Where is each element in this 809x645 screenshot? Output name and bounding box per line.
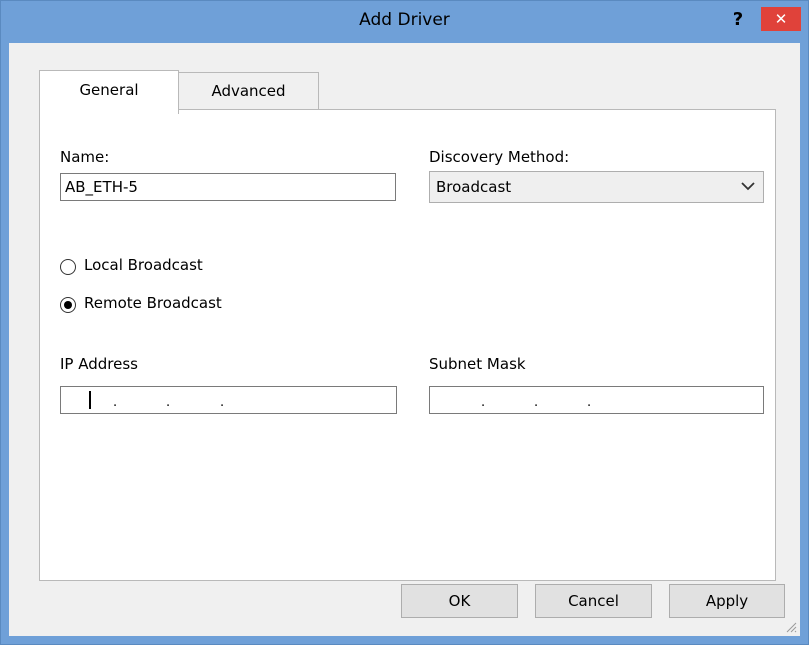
ip-separator: .	[220, 395, 225, 410]
subnet-separator: .	[587, 395, 592, 410]
close-button[interactable]: ✕	[761, 7, 801, 31]
remote-broadcast-radio[interactable]	[60, 297, 76, 313]
chevron-down-icon	[741, 182, 755, 191]
name-input[interactable]: AB_ETH-5	[60, 173, 396, 201]
remote-broadcast-label: Remote Broadcast	[84, 294, 222, 312]
local-broadcast-label: Local Broadcast	[84, 256, 203, 274]
resize-grip-icon[interactable]	[785, 621, 797, 633]
subnet-separator: .	[534, 395, 539, 410]
discovery-method-select[interactable]: Broadcast	[429, 171, 764, 203]
window-title: Add Driver	[359, 10, 450, 30]
discovery-method-label: Discovery Method:	[429, 148, 570, 166]
ip-address-input[interactable]: . . .	[60, 386, 397, 414]
radio-selected-dot	[64, 301, 72, 309]
discovery-method-value: Broadcast	[436, 178, 512, 196]
tab-advanced[interactable]: Advanced	[178, 72, 319, 110]
name-label: Name:	[60, 148, 110, 166]
text-caret	[89, 391, 91, 409]
dialog-body: General Advanced Name: AB_ETH-5 Discover…	[9, 43, 800, 636]
ip-separator: .	[113, 395, 118, 410]
ok-button[interactable]: OK	[401, 584, 518, 618]
general-tab-panel: Name: AB_ETH-5 Discovery Method: Broadca…	[39, 109, 776, 581]
close-icon: ✕	[774, 10, 788, 28]
apply-button[interactable]: Apply	[669, 584, 785, 618]
subnet-separator: .	[481, 395, 486, 410]
subnet-mask-label: Subnet Mask	[429, 355, 526, 373]
cancel-button[interactable]: Cancel	[535, 584, 652, 618]
local-broadcast-radio[interactable]	[60, 259, 76, 275]
ip-address-label: IP Address	[60, 355, 138, 373]
add-driver-dialog: Add Driver ? ✕ General Advanced Name: AB…	[0, 0, 809, 645]
help-button[interactable]: ?	[725, 7, 751, 33]
subnet-mask-input[interactable]: . . .	[429, 386, 764, 414]
tab-general[interactable]: General	[39, 70, 179, 114]
title-bar[interactable]: Add Driver ? ✕	[1, 1, 808, 43]
ip-separator: .	[166, 395, 171, 410]
